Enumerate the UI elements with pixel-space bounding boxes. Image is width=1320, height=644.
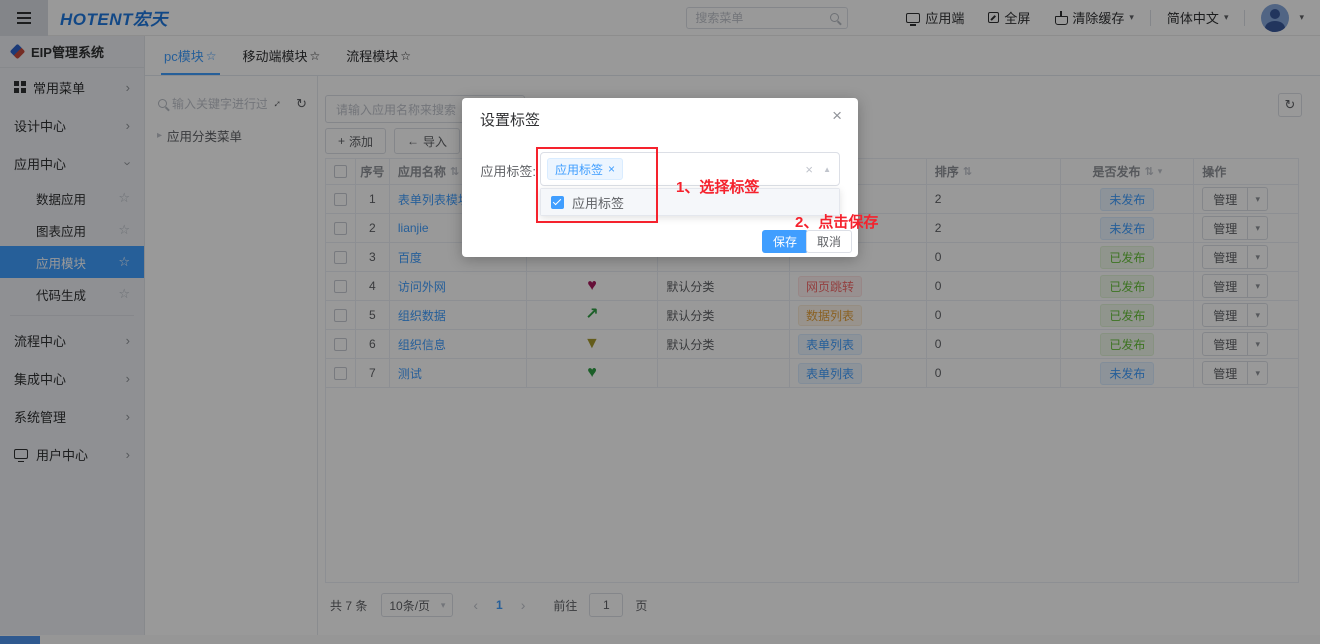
app-window: HOTENT宏天 搜索菜单 应用端 全屏 清除缓存 ▾ 简体中文 ▾ ▾ EIP… — [0, 0, 1320, 644]
set-tag-dialog: 设置标签 × 应用标签: 应用标签 × × ▲ 应用标签 保存 取消 — [462, 98, 858, 257]
annotation-step2: 2、点击保存 — [795, 214, 879, 231]
annotation-highlight-box — [536, 147, 658, 223]
save-button[interactable]: 保存 — [762, 230, 809, 253]
caret-up-icon[interactable]: ▲ — [823, 165, 831, 174]
dialog-title: 设置标签 — [480, 112, 541, 129]
annotation-step1: 1、选择标签 — [676, 179, 760, 196]
clear-icon[interactable]: × — [805, 162, 813, 177]
cancel-button[interactable]: 取消 — [806, 230, 853, 253]
modal-mask[interactable] — [0, 0, 1320, 644]
tag-field-label: 应用标签: — [480, 164, 536, 179]
close-icon[interactable]: × — [832, 106, 842, 126]
